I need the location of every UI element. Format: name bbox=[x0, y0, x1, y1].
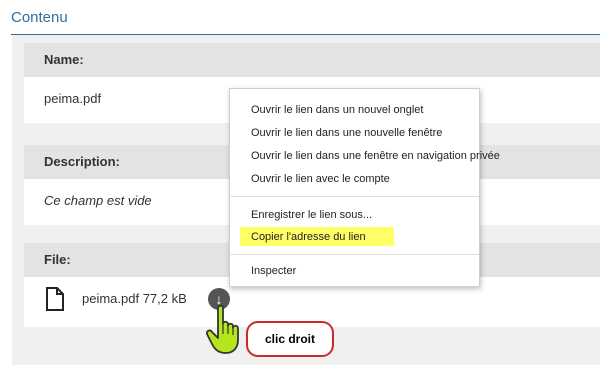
file-link[interactable]: peima.pdf 77,2 kB bbox=[82, 291, 187, 306]
annotation-label: clic droit bbox=[246, 321, 334, 357]
menu-item-open-new-tab[interactable]: Ouvrir le lien dans un nouvel onglet bbox=[251, 104, 423, 116]
name-label: Name: bbox=[24, 43, 600, 77]
menu-item-open-with-account[interactable]: Ouvrir le lien avec le compte bbox=[251, 173, 390, 185]
hand-pointer-icon bbox=[204, 304, 244, 356]
menu-divider bbox=[230, 254, 479, 255]
menu-item-copy-link-address[interactable]: Copier l'adresse du lien bbox=[251, 231, 366, 243]
page-title: Contenu bbox=[11, 9, 68, 26]
context-menu: Ouvrir le lien dans un nouvel onglet Ouv… bbox=[229, 88, 500, 287]
document-icon bbox=[46, 287, 64, 311]
menu-item-open-private-window[interactable]: Ouvrir le lien dans une fenêtre en navig… bbox=[251, 150, 500, 162]
menu-item-inspect[interactable]: Inspecter bbox=[251, 265, 296, 277]
menu-divider bbox=[230, 196, 479, 197]
menu-item-save-link-as[interactable]: Enregistrer le lien sous... bbox=[251, 209, 372, 221]
menu-item-open-new-window[interactable]: Ouvrir le lien dans une nouvelle fenêtre bbox=[251, 127, 442, 139]
